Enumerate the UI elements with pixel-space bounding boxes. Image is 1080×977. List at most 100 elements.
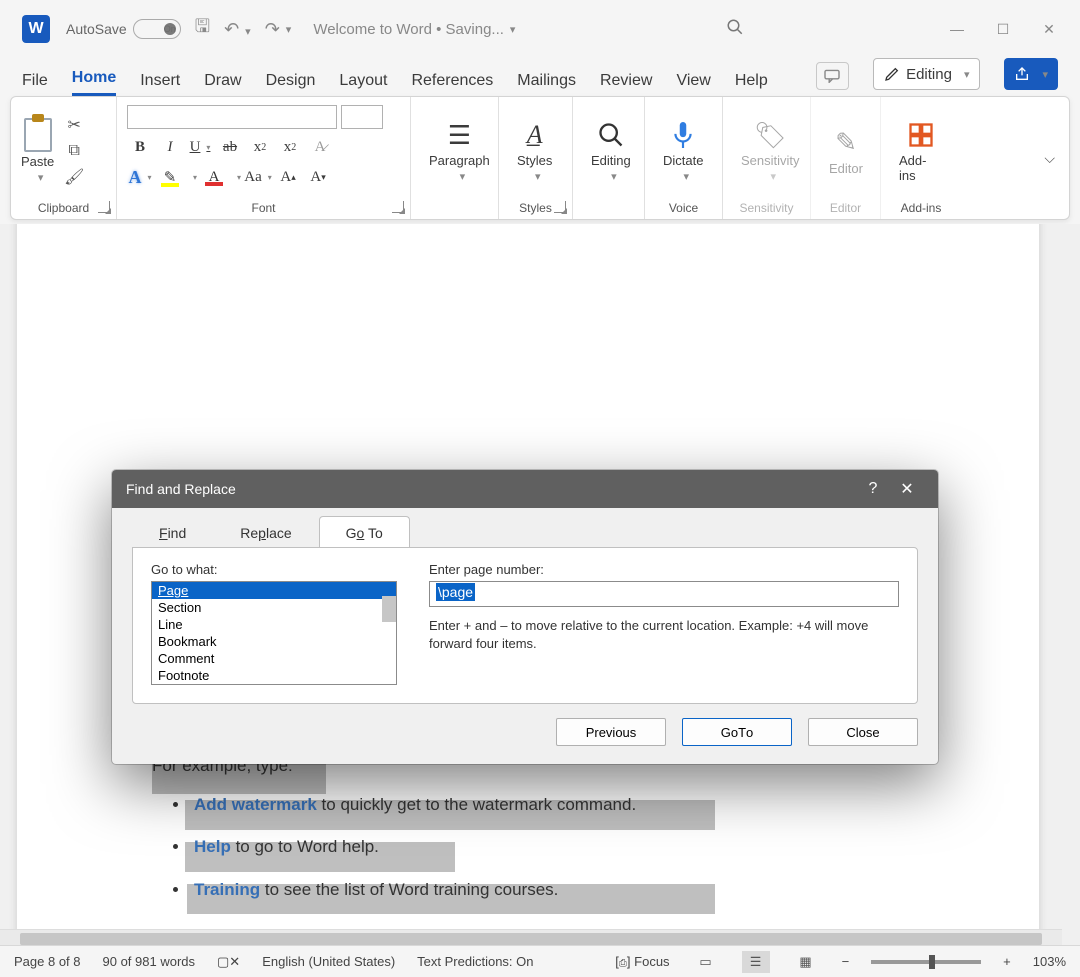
tab-draw[interactable]: Draw <box>204 72 241 96</box>
font-size-combobox[interactable] <box>341 105 383 129</box>
sensitivity-icon: 🏷 <box>754 119 787 151</box>
tab-replace[interactable]: Replace <box>213 516 318 547</box>
language-status[interactable]: English (United States) <box>262 954 395 969</box>
page-number-input[interactable]: \page <box>429 581 899 607</box>
dictate-button[interactable]: Dictate ▾ <box>655 119 711 183</box>
zoom-out-button[interactable]: − <box>842 954 850 969</box>
paragraph-button[interactable]: ☰ Paragraph ▾ <box>421 119 498 183</box>
qat-customize-icon[interactable]: ▾ <box>286 23 292 36</box>
vertical-scrollbar[interactable] <box>1062 224 1080 939</box>
list-item-bookmark[interactable]: Bookmark <box>152 633 396 650</box>
font-color-button[interactable]: A <box>201 165 227 189</box>
tab-view[interactable]: View <box>676 72 710 96</box>
tab-layout[interactable]: Layout <box>339 72 387 96</box>
chevron-down-icon: ▾ <box>964 68 970 81</box>
highlight-button[interactable]: ✎ <box>157 165 183 189</box>
autosave-toggle[interactable]: On <box>133 19 181 39</box>
print-layout-button[interactable]: ☰ <box>742 951 770 973</box>
word-count[interactable]: 90 of 981 words <box>103 954 196 969</box>
font-dialog-launcher[interactable] <box>392 201 404 213</box>
group-label-voice: Voice <box>655 199 712 215</box>
chevron-down-icon: ▾ <box>1042 68 1048 81</box>
goto-button[interactable]: Go To <box>682 718 792 746</box>
underline-button[interactable]: U▾ <box>187 135 213 159</box>
clear-formatting-button[interactable]: A̷ <box>307 135 333 159</box>
text-effects-button[interactable]: A▾ <box>127 165 153 189</box>
editor-button: ✎ Editor <box>821 127 871 176</box>
text-predictions-status[interactable]: Text Predictions: On <box>417 954 533 969</box>
close-window-button[interactable]: ✕ <box>1026 9 1072 49</box>
help-button[interactable]: ? <box>856 480 890 498</box>
bold-button[interactable]: B <box>127 135 153 159</box>
minimize-button[interactable]: — <box>934 9 980 49</box>
styles-dialog-launcher[interactable] <box>554 201 566 213</box>
grow-font-button[interactable]: A▴ <box>275 165 301 189</box>
word-app-icon: W <box>22 15 50 43</box>
group-label-font: Font <box>127 199 400 215</box>
tab-mailings[interactable]: Mailings <box>517 72 576 96</box>
tab-design[interactable]: Design <box>266 72 316 96</box>
italic-button[interactable]: I <box>157 135 183 159</box>
tab-review[interactable]: Review <box>600 72 652 96</box>
previous-button[interactable]: Previous <box>556 718 666 746</box>
list-item-page[interactable]: Page <box>152 582 396 599</box>
list-item-comment[interactable]: Comment <box>152 650 396 667</box>
tab-goto[interactable]: Go To <box>319 516 410 547</box>
zoom-level[interactable]: 103% <box>1033 954 1066 969</box>
maximize-button[interactable]: ☐ <box>980 9 1026 49</box>
close-dialog-button[interactable]: ✕ <box>890 479 924 499</box>
page-status[interactable]: Page 8 of 8 <box>14 954 81 969</box>
ribbon-collapse-icon[interactable]: ⌵ <box>1044 150 1055 167</box>
tab-insert[interactable]: Insert <box>140 72 180 96</box>
zoom-slider[interactable] <box>871 960 981 964</box>
paste-button[interactable]: Paste ▾ <box>21 118 54 184</box>
tab-find[interactable]: Find <box>132 516 213 547</box>
sensitivity-button: 🏷 Sensitivity ▾ <box>733 119 808 183</box>
goto-what-label: Go to what: <box>151 562 397 577</box>
comments-button[interactable] <box>816 62 849 90</box>
editor-icon: ✎ <box>835 127 857 159</box>
list-item-line[interactable]: Line <box>152 616 396 633</box>
strikethrough-button[interactable]: ab <box>217 135 243 159</box>
addins-button[interactable]: Add-ins <box>891 119 951 183</box>
document-area: Try it: Get help: Go to Tell me what you… <box>0 224 1080 959</box>
focus-mode-button[interactable]: [⎙] Focus <box>615 954 669 969</box>
undo-icon[interactable]: ↶▾ <box>224 19 251 40</box>
subscript-button[interactable]: x2 <box>247 135 273 159</box>
tab-help[interactable]: Help <box>735 72 768 96</box>
search-icon[interactable] <box>726 18 744 41</box>
redo-icon[interactable]: ↷ <box>265 19 280 40</box>
zoom-in-button[interactable]: + <box>1003 954 1011 969</box>
autosave-label: AutoSave <box>66 21 127 37</box>
list-item-footnote[interactable]: Footnote <box>152 667 396 684</box>
format-painter-icon[interactable]: 🖌 <box>64 167 84 187</box>
title-dropdown-icon[interactable]: ▾ <box>510 23 516 36</box>
search-icon <box>597 119 625 151</box>
document-title: Welcome to Word • Saving... <box>313 21 504 38</box>
close-button[interactable]: Close <box>808 718 918 746</box>
read-mode-button[interactable]: ▭ <box>692 951 720 973</box>
tab-file[interactable]: File <box>22 72 48 96</box>
save-icon[interactable]: 🖫 <box>195 14 210 44</box>
spellcheck-icon[interactable]: ▢✕ <box>217 954 240 970</box>
cut-icon[interactable]: ✂ <box>64 115 84 135</box>
font-name-combobox[interactable] <box>127 105 337 129</box>
dialog-tab-strip: Find Replace Go To <box>112 508 938 547</box>
goto-what-listbox[interactable]: Page Section Line Bookmark Comment Footn… <box>151 581 397 685</box>
web-layout-button[interactable]: ▦ <box>792 951 820 973</box>
dialog-title-bar[interactable]: Find and Replace ? ✕ <box>112 470 938 508</box>
tab-references[interactable]: References <box>411 72 493 96</box>
superscript-button[interactable]: x2 <box>277 135 303 159</box>
tab-home[interactable]: Home <box>72 69 116 96</box>
styles-button[interactable]: A̲ Styles ▾ <box>509 119 560 183</box>
shrink-font-button[interactable]: A▾ <box>305 165 331 189</box>
change-case-button[interactable]: Aa▾ <box>245 165 271 189</box>
editing-mode-button[interactable]: Editing ▾ <box>873 58 980 90</box>
status-bar: Page 8 of 8 90 of 981 words ▢✕ English (… <box>0 945 1080 977</box>
list-item-section[interactable]: Section <box>152 599 396 616</box>
copy-icon[interactable]: ⧉ <box>64 141 84 161</box>
editing-group-button[interactable]: Editing ▾ <box>583 119 639 183</box>
share-button[interactable]: ▾ <box>1004 58 1058 90</box>
group-label-addins: Add-ins <box>891 199 951 215</box>
clipboard-dialog-launcher[interactable] <box>98 201 110 213</box>
